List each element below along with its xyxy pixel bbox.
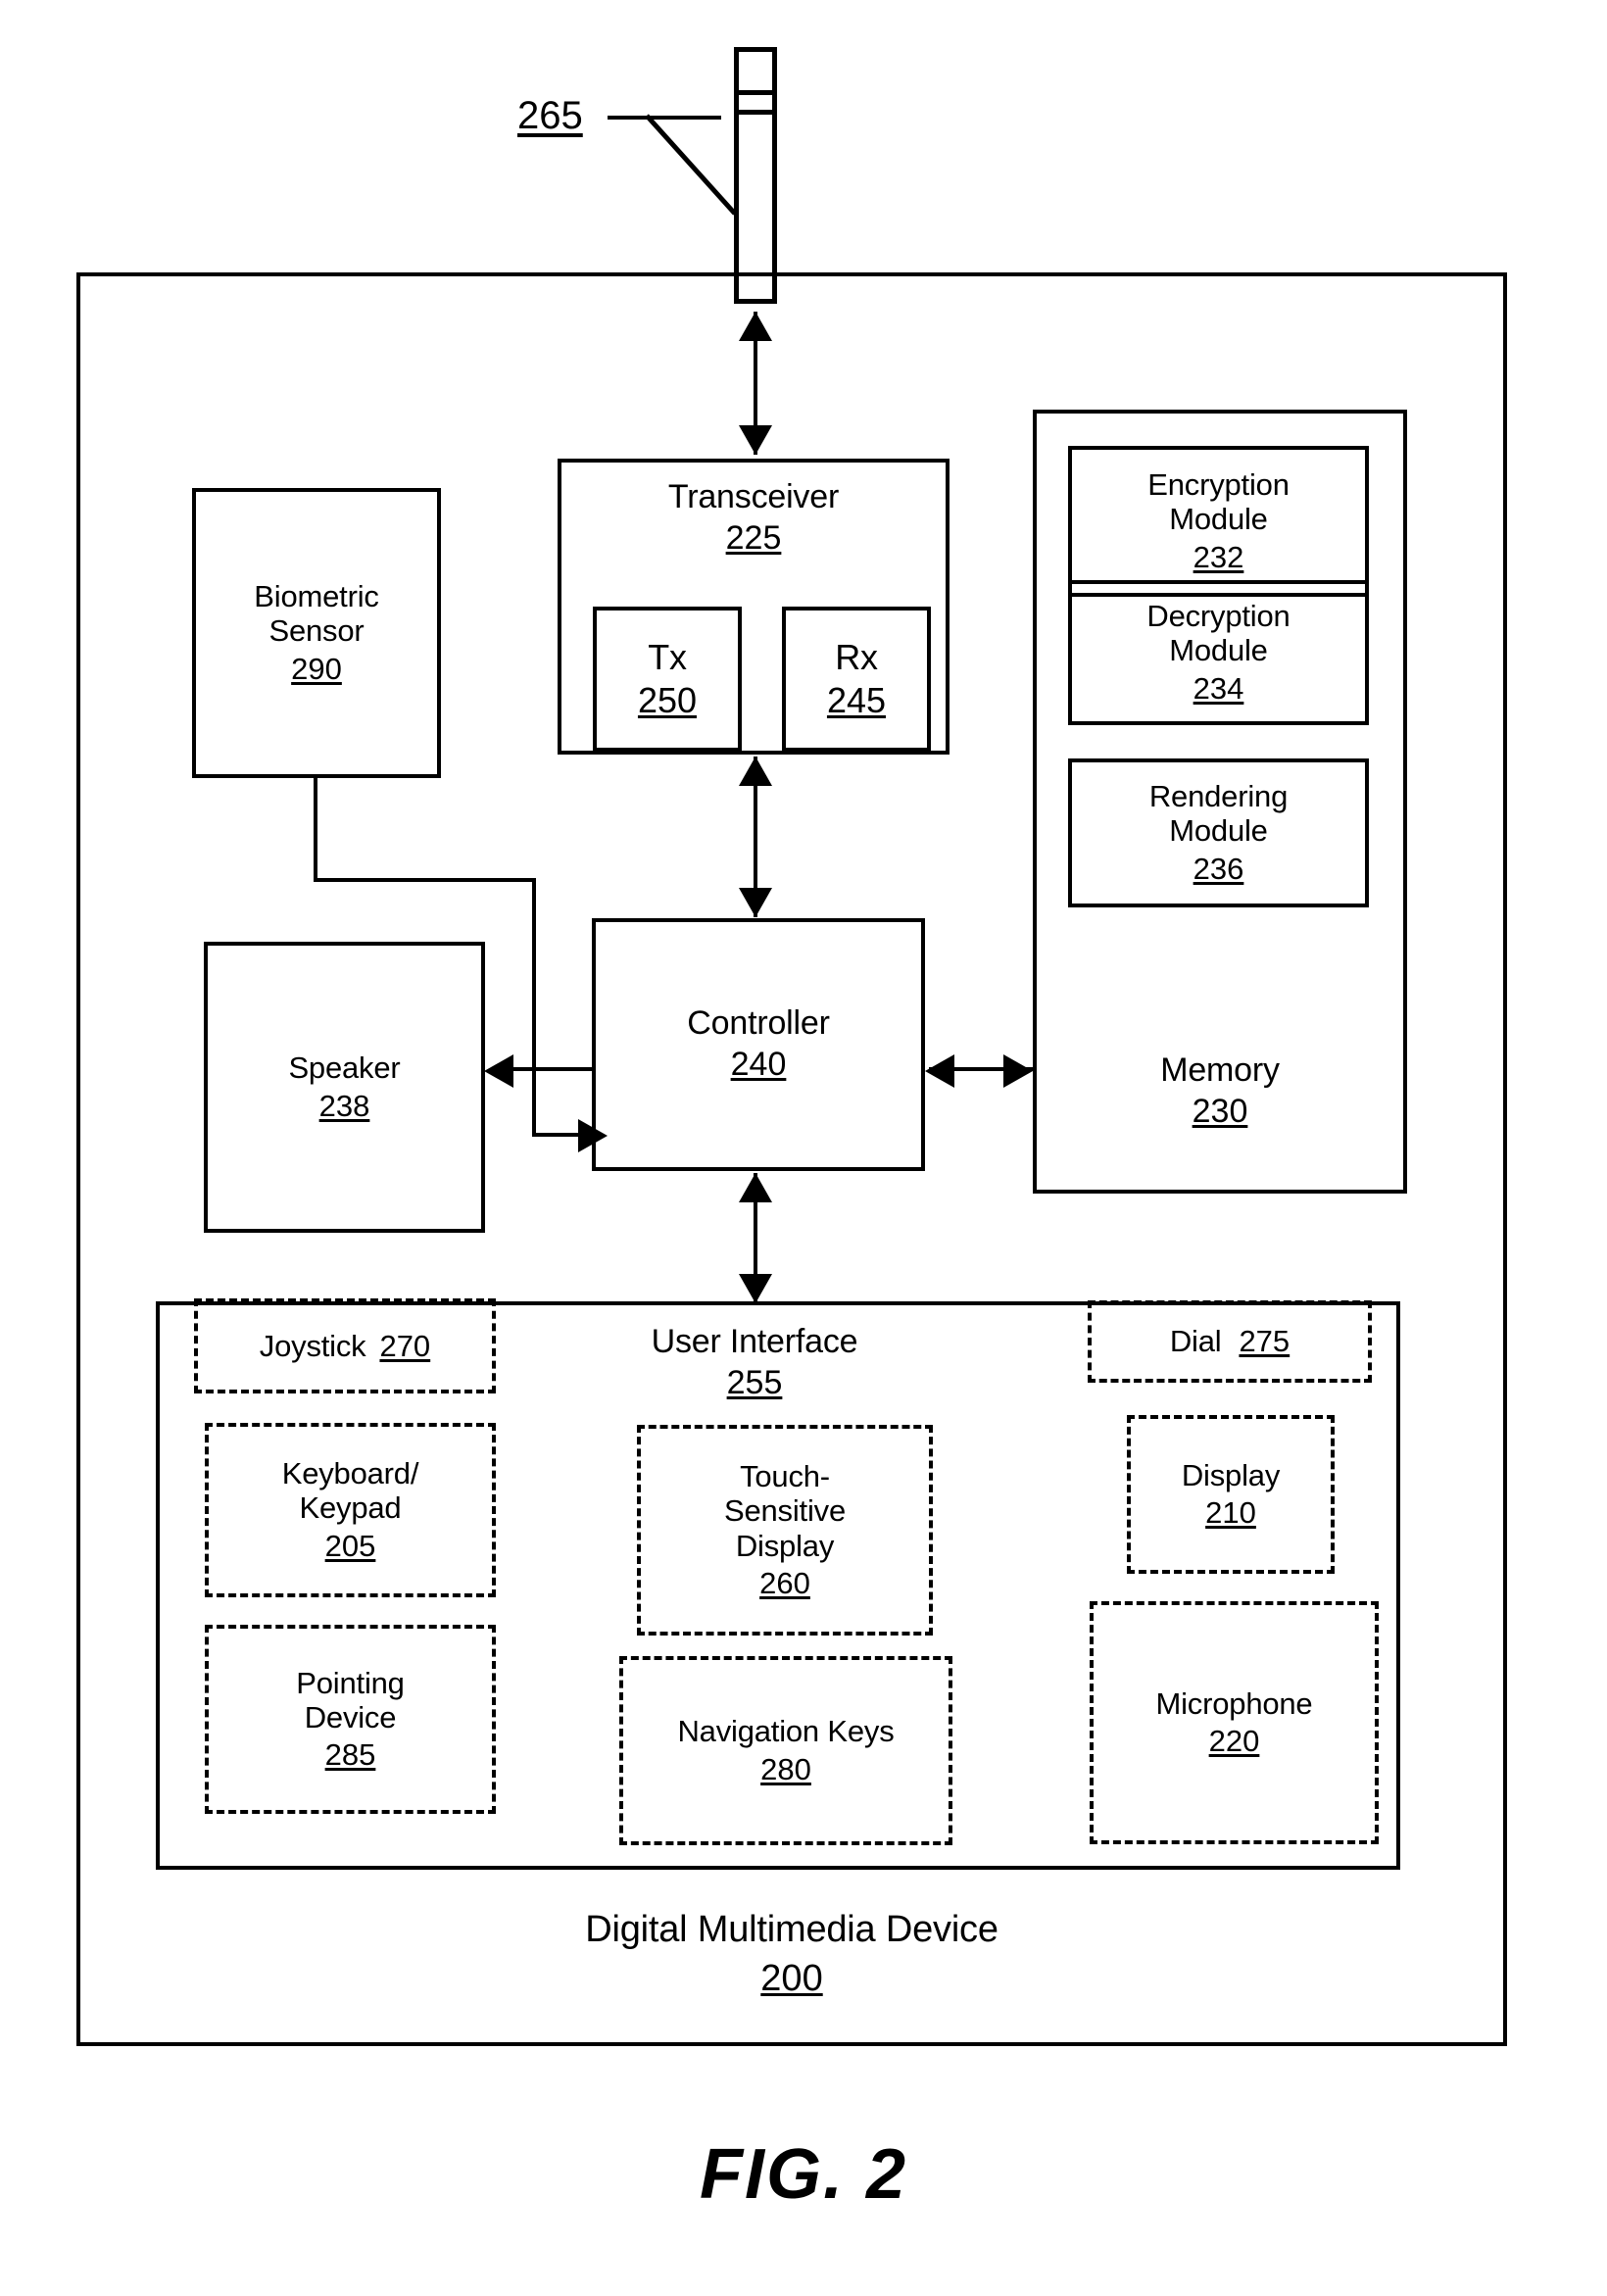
rendering-module-label-line2: Module (1169, 813, 1268, 849)
device-number: 200 (760, 1958, 823, 2000)
transceiver-controller-arrowhead-up (739, 757, 772, 786)
transmitter-label: Tx (648, 636, 687, 677)
biometric-connector-seg1 (314, 776, 317, 882)
decryption-module-label-line2: Module (1169, 633, 1268, 668)
display-number: 210 (1205, 1495, 1256, 1531)
antenna-segment-line-1 (734, 90, 777, 95)
receiver-label: Rx (835, 636, 878, 677)
user-interface-label: User Interface (651, 1323, 858, 1360)
biometric-sensor-block: Biometric Sensor 290 (192, 488, 441, 778)
biometric-connector-seg2 (314, 878, 536, 882)
transceiver-number: 225 (725, 518, 782, 557)
transceiver-label: Transceiver (667, 478, 840, 515)
controller-ui-arrowhead-down (739, 1274, 772, 1303)
decryption-module-block: Decryption Module 234 (1068, 580, 1369, 725)
keyboard-keypad-number: 205 (324, 1528, 376, 1563)
pointing-device-number: 285 (324, 1737, 376, 1773)
keyboard-keypad-label-line2: Keypad (299, 1490, 402, 1526)
controller-memory-arrowhead-right (1003, 1054, 1033, 1088)
device-label-group: Digital Multimedia Device 200 (76, 1909, 1507, 2002)
decryption-module-label-line1: Decryption (1146, 599, 1290, 634)
microphone-block: Microphone 220 (1090, 1601, 1379, 1844)
pointing-device-label-line1: Pointing (296, 1665, 405, 1700)
speaker-label: Speaker (288, 1050, 401, 1086)
controller-block: Controller 240 (592, 918, 925, 1171)
memory-label-group: Memory 230 (1033, 1051, 1407, 1132)
transmitter-number: 250 (637, 679, 698, 720)
device-label: Digital Multimedia Device (585, 1909, 998, 1950)
biometric-sensor-label-line1: Biometric (254, 579, 379, 614)
keyboard-keypad-label-line1: Keyboard/ (281, 1456, 419, 1491)
dial-label: Dial (1169, 1324, 1222, 1359)
touch-display-label-line2: Sensitive (724, 1493, 846, 1529)
biometric-sensor-label-line2: Sensor (268, 613, 365, 649)
user-interface-label-group: User Interface 255 (608, 1323, 901, 1403)
microphone-label: Microphone (1155, 1685, 1313, 1721)
touch-display-number: 260 (759, 1565, 810, 1600)
antenna-transceiver-arrowhead-down (739, 425, 772, 455)
display-label: Display (1181, 1457, 1281, 1492)
dial-block: Dial 275 (1088, 1300, 1372, 1383)
decryption-module-number: 234 (1193, 670, 1244, 706)
encryption-module-label-line2: Module (1169, 502, 1268, 537)
keyboard-keypad-block: Keyboard/ Keypad 205 (205, 1423, 496, 1597)
pointing-device-label-line2: Device (304, 1699, 397, 1734)
touch-sensitive-display-block: Touch- Sensitive Display 260 (637, 1425, 933, 1636)
microphone-number: 220 (1208, 1724, 1260, 1759)
antenna-transceiver-arrowhead-up (739, 312, 772, 341)
speaker-block: Speaker 238 (204, 942, 485, 1233)
user-interface-number: 255 (726, 1363, 783, 1401)
controller-ui-arrowhead-up (739, 1173, 772, 1202)
biometric-connector-seg4 (532, 1133, 584, 1137)
navigation-keys-label: Navigation Keys (677, 1714, 895, 1749)
speaker-number: 238 (318, 1088, 370, 1123)
controller-speaker-line (513, 1067, 594, 1071)
joystick-number: 270 (379, 1328, 431, 1363)
figure-caption: FIG. 2 (699, 2135, 908, 2214)
navigation-keys-number: 280 (760, 1751, 811, 1786)
patent-figure-page: 265 Digital Multimedia Device 200 Transc… (0, 0, 1607, 2296)
display-block: Display 210 (1127, 1415, 1335, 1574)
touch-display-label-line3: Display (735, 1528, 835, 1563)
controller-memory-arrowhead-left (925, 1054, 954, 1088)
rendering-module-block: Rendering Module 236 (1068, 758, 1369, 907)
rendering-module-label-line1: Rendering (1148, 779, 1289, 814)
transmitter-block: Tx 250 (593, 607, 742, 752)
encryption-module-block: Encryption Module 232 (1068, 446, 1369, 597)
biometric-sensor-number: 290 (291, 651, 342, 686)
memory-number: 230 (1192, 1092, 1248, 1130)
touch-display-label-line1: Touch- (740, 1458, 830, 1493)
ref-265-leader-line (647, 114, 737, 216)
transceiver-controller-arrowhead-down (739, 888, 772, 917)
memory-label: Memory (1160, 1051, 1280, 1089)
encryption-module-number: 232 (1193, 539, 1244, 574)
controller-label: Controller (687, 1004, 830, 1043)
controller-speaker-arrowhead (484, 1054, 513, 1088)
encryption-module-label-line1: Encryption (1147, 467, 1290, 503)
controller-number: 240 (730, 1045, 787, 1083)
joystick-label: Joystick (259, 1328, 366, 1363)
navigation-keys-block: Navigation Keys 280 (619, 1656, 952, 1845)
receiver-number: 245 (826, 679, 887, 720)
pointing-device-block: Pointing Device 285 (205, 1625, 496, 1814)
biometric-connector-seg3 (532, 878, 536, 1137)
dial-number: 275 (1239, 1324, 1290, 1359)
ref-265-label: 265 (517, 94, 583, 137)
joystick-block: Joystick 270 (194, 1298, 496, 1393)
rendering-module-number: 236 (1193, 851, 1244, 886)
receiver-block: Rx 245 (782, 607, 931, 752)
